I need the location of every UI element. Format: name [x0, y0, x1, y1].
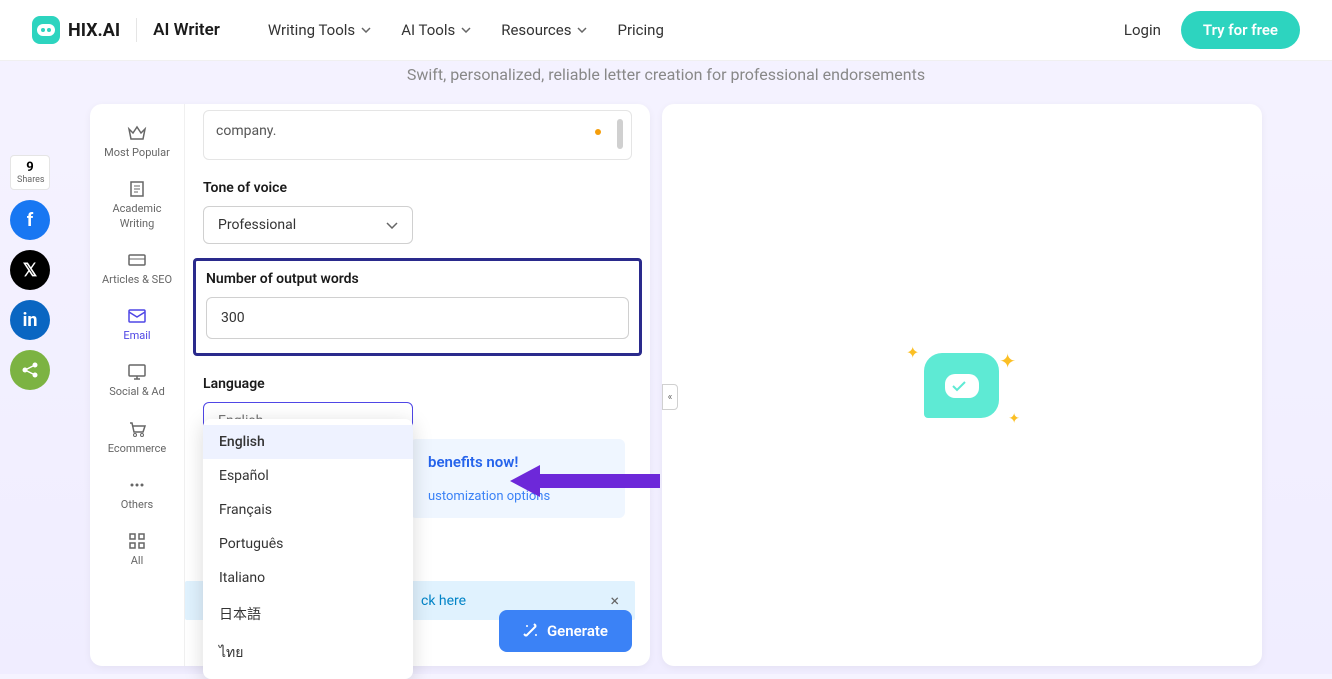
sidebar-item-social[interactable]: Social & Ad — [90, 353, 184, 409]
nav-label: Resources — [501, 21, 571, 39]
divider — [136, 18, 137, 42]
share-linkedin-button[interactable]: in — [10, 300, 50, 340]
login-link[interactable]: Login — [1124, 21, 1161, 39]
chevron-down-icon — [361, 27, 371, 33]
help-close-button[interactable]: × — [610, 591, 619, 610]
language-option-japanese[interactable]: 日本語 — [203, 595, 413, 633]
cart-icon — [127, 420, 147, 438]
nav-resources[interactable]: Resources — [501, 21, 587, 39]
generate-button[interactable]: Generate — [499, 610, 632, 652]
chevron-down-icon — [577, 27, 587, 33]
logo-text: HIX.AI — [68, 20, 120, 41]
help-text[interactable]: ck here — [421, 593, 466, 609]
sidebar-label: Others — [121, 498, 153, 512]
sidebar-item-academic[interactable]: Academic Writing — [90, 170, 184, 241]
sidebar-item-email[interactable]: Email — [90, 297, 184, 353]
crown-icon — [127, 124, 147, 142]
mascot-body — [924, 353, 999, 418]
sidebar: Most Popular Academic Writing Articles &… — [90, 104, 185, 666]
logo[interactable]: HIX.AI — [32, 16, 120, 44]
sparkle-icon: ✦ — [906, 343, 919, 362]
share-facebook-button[interactable]: f — [10, 200, 50, 240]
sidebar-item-ecommerce[interactable]: Ecommerce — [90, 410, 184, 466]
right-panel: « ✦ ✦ ✦ — [662, 104, 1262, 666]
language-label: Language — [203, 376, 632, 392]
nav-pricing[interactable]: Pricing — [617, 21, 663, 39]
dots-icon — [127, 476, 147, 494]
sidebar-label: Email — [123, 329, 150, 343]
collapse-toggle[interactable]: « — [662, 384, 678, 410]
chevron-down-icon — [461, 27, 471, 33]
left-panel: Most Popular Academic Writing Articles &… — [90, 104, 650, 666]
document-icon — [127, 180, 147, 198]
tagline: Swift, personalized, reliable letter cre… — [0, 65, 1332, 84]
tone-select[interactable]: Professional — [203, 206, 413, 244]
share-count: 9 Shares — [10, 155, 50, 190]
nav-label: Pricing — [617, 21, 663, 39]
envelope-icon — [127, 307, 147, 325]
words-highlighted-section: Number of output words — [193, 258, 642, 356]
sidebar-label: Most Popular — [104, 146, 170, 160]
header-subtitle[interactable]: AI Writer — [153, 20, 220, 40]
sparkle-icon: ✦ — [1008, 411, 1020, 427]
card-icon — [127, 251, 147, 269]
language-dropdown: English Español Français Português Itali… — [203, 419, 413, 679]
language-option-english[interactable]: English — [203, 425, 413, 459]
sidebar-item-most-popular[interactable]: Most Popular — [90, 114, 184, 170]
sidebar-label: Ecommerce — [108, 442, 167, 456]
status-dot — [595, 129, 601, 135]
scrollbar[interactable] — [617, 119, 623, 149]
logo-icon — [32, 16, 60, 44]
share-count-label: Shares — [17, 175, 43, 185]
try-free-button[interactable]: Try for free — [1181, 11, 1300, 49]
sidebar-label: Social & Ad — [109, 385, 165, 399]
sidebar-label: Articles & SEO — [102, 273, 172, 287]
sidebar-label: Academic Writing — [94, 202, 180, 231]
language-option-francais[interactable]: Français — [203, 493, 413, 527]
sidebar-item-all[interactable]: All — [90, 522, 184, 578]
mascot: ✦ ✦ ✦ — [912, 345, 1012, 425]
generate-label: Generate — [547, 622, 608, 640]
sidebar-item-articles[interactable]: Articles & SEO — [90, 241, 184, 297]
words-label: Number of output words — [206, 271, 629, 287]
share-count-num: 9 — [17, 160, 43, 175]
monitor-icon — [127, 363, 147, 381]
tone-value: Professional — [218, 217, 296, 233]
share-sharethis-button[interactable] — [10, 350, 50, 390]
main-container: Most Popular Academic Writing Articles &… — [90, 104, 1262, 666]
text-preview-content: company. — [216, 123, 276, 139]
words-input[interactable] — [206, 297, 629, 339]
grid-icon — [127, 532, 147, 550]
header-right: Login Try for free — [1124, 11, 1300, 49]
magic-wand-icon — [523, 623, 539, 639]
speech-bubble-icon — [945, 374, 979, 398]
sparkle-icon: ✦ — [999, 349, 1016, 373]
header: HIX.AI AI Writer Writing Tools AI Tools … — [0, 0, 1332, 61]
form-area: company. Tone of voice Professional Numb… — [185, 104, 650, 666]
sidebar-item-others[interactable]: Others — [90, 466, 184, 522]
language-option-portugues[interactable]: Português — [203, 527, 413, 561]
language-option-thai[interactable]: ไทย — [203, 633, 413, 673]
language-option-espanol[interactable]: Español — [203, 459, 413, 493]
share-x-button[interactable]: 𝕏 — [10, 250, 50, 290]
nav-ai-tools[interactable]: AI Tools — [401, 21, 471, 39]
nav-writing-tools[interactable]: Writing Tools — [268, 21, 371, 39]
arrow-indicator — [510, 461, 660, 501]
tone-label: Tone of voice — [203, 180, 632, 196]
text-preview[interactable]: company. — [203, 110, 632, 160]
nav-label: AI Tools — [401, 21, 455, 39]
nav-label: Writing Tools — [268, 21, 355, 39]
language-option-italiano[interactable]: Italiano — [203, 561, 413, 595]
share-bar: 9 Shares f 𝕏 in — [10, 155, 50, 390]
chevron-down-icon — [386, 222, 398, 229]
nav: Writing Tools AI Tools Resources Pricing — [268, 21, 664, 39]
sidebar-label: All — [131, 554, 144, 568]
